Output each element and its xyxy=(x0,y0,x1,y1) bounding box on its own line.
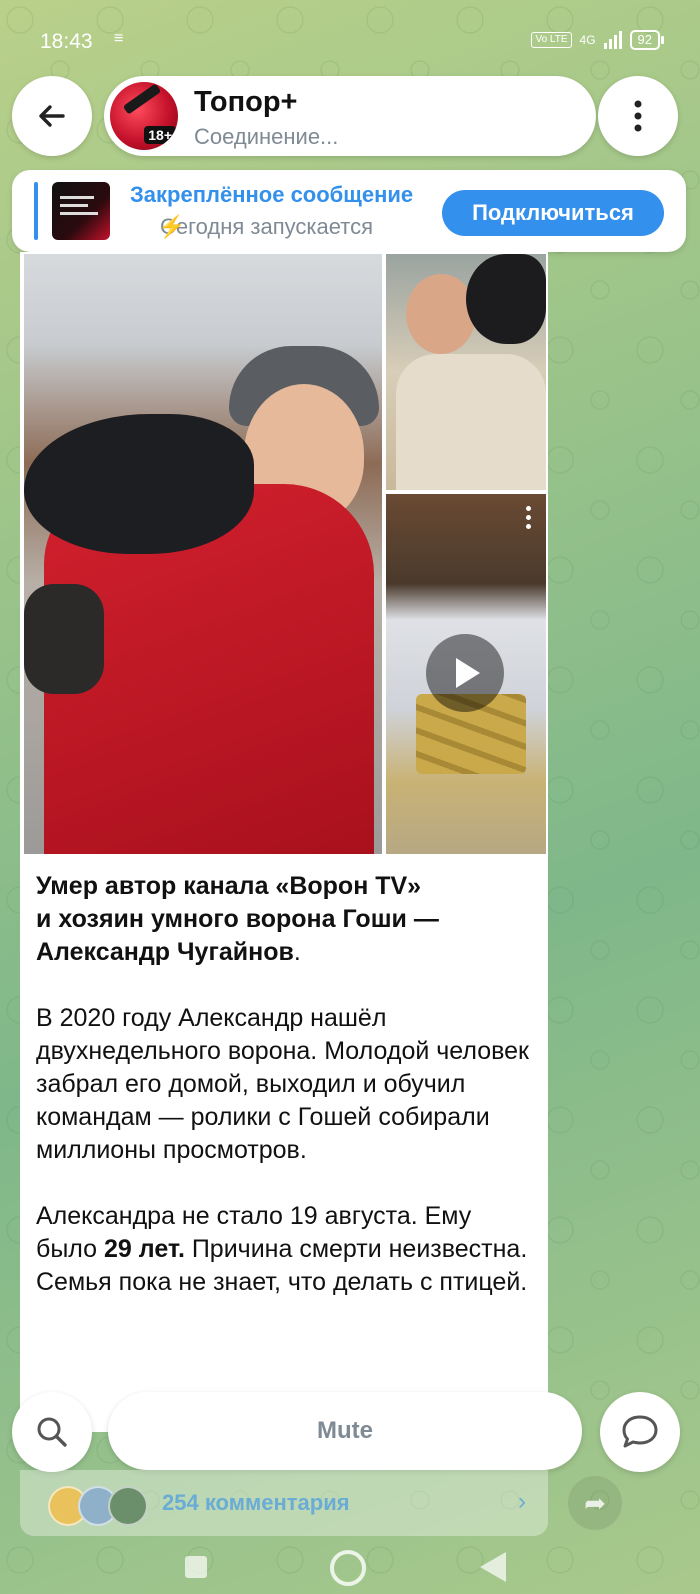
pinned-message-bar[interactable]: Закреплённое сообщение ⚡ Сегодня запуска… xyxy=(12,170,686,252)
comments-bar[interactable]: 254 комментария › xyxy=(20,1470,548,1536)
share-button[interactable]: ➦ xyxy=(568,1476,622,1530)
notification-icon: ≡ xyxy=(114,30,124,47)
mute-button[interactable]: Mute xyxy=(108,1392,582,1470)
network-type: 4G xyxy=(579,33,596,47)
channel-title: Топор+ xyxy=(194,86,298,118)
post-paragraph-2: Александра не стало 19 августа. Ему было… xyxy=(36,1202,528,1296)
status-indicators: Vo LTE 4G 92 xyxy=(531,30,665,50)
post-card: Умер автор канала «Ворон TV» и хозяин умн… xyxy=(20,252,548,1432)
post-paragraph-1: В 2020 году Александр нашёл двухнедельно… xyxy=(36,1004,529,1164)
back-button[interactable] xyxy=(12,76,92,156)
pinned-indicator xyxy=(34,182,38,240)
video-menu-icon[interactable] xyxy=(526,506,532,533)
pinned-preview-text: Сегодня запускается xyxy=(160,214,374,239)
volte-icon: Vo LTE xyxy=(531,32,572,48)
post-headline: Умер автор канала «Ворон TV» и хозяин умн… xyxy=(36,872,439,966)
connection-status: Соединение... xyxy=(194,124,339,149)
pinned-title: Закреплённое сообщение xyxy=(130,182,414,207)
more-options-button[interactable] xyxy=(598,76,678,156)
recents-button[interactable] xyxy=(185,1556,207,1578)
system-back-button[interactable] xyxy=(480,1552,506,1582)
commenter-avatars xyxy=(48,1486,148,1526)
lightning-icon: ⚡ xyxy=(158,214,186,239)
search-icon xyxy=(37,1417,67,1447)
post-video[interactable] xyxy=(386,494,546,854)
avatar xyxy=(108,1486,148,1526)
share-icon: ➦ xyxy=(584,1487,606,1518)
connect-button[interactable]: Подключиться xyxy=(442,190,664,236)
status-time: 18:43 xyxy=(40,30,93,53)
post-photo-main[interactable] xyxy=(24,254,382,854)
search-button[interactable] xyxy=(12,1392,92,1472)
status-bar: 18:43 ≡ Vo LTE 4G 92 xyxy=(0,0,700,80)
channel-header[interactable]: 18+ Топор+ Соединение... xyxy=(104,76,596,156)
chevron-right-icon: › xyxy=(518,1488,526,1515)
pinned-preview: ⚡ Сегодня запускается xyxy=(130,214,430,240)
post-text: Умер автор канала «Ворон TV» и хозяин умн… xyxy=(36,870,536,1332)
discuss-button[interactable] xyxy=(600,1392,680,1472)
pinned-thumbnail xyxy=(52,182,110,240)
post-photo-secondary[interactable] xyxy=(386,254,546,490)
play-icon[interactable] xyxy=(426,634,504,712)
age-badge: 18+ xyxy=(144,126,176,144)
axe-icon xyxy=(122,83,162,115)
home-button[interactable] xyxy=(330,1550,366,1586)
signal-icon xyxy=(603,31,622,49)
battery-icon: 92 xyxy=(629,30,665,50)
channel-avatar[interactable]: 18+ xyxy=(110,82,178,150)
more-vertical-icon xyxy=(634,100,642,132)
arrow-left-icon xyxy=(39,105,65,127)
chat-bubble-icon xyxy=(622,1415,658,1448)
system-nav-bar xyxy=(0,1540,700,1594)
comments-count: 254 комментария xyxy=(162,1490,350,1515)
